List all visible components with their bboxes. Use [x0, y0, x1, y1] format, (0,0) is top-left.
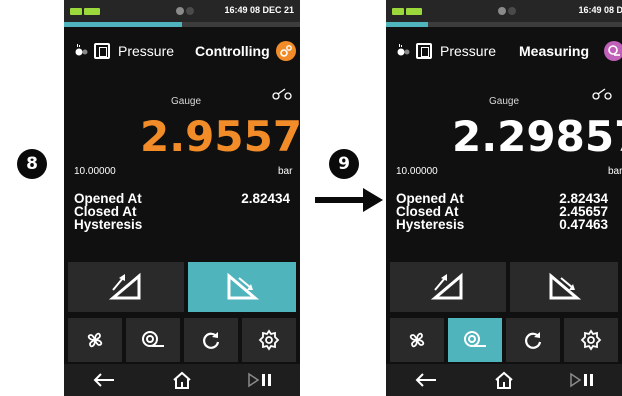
- progress-bar: [64, 22, 300, 27]
- refresh-button[interactable]: [184, 318, 238, 362]
- back-arrow-icon: [415, 373, 436, 387]
- play-pause-icon: [248, 372, 271, 388]
- leak-test-icon: [142, 331, 164, 347]
- ramp-up-button[interactable]: [68, 262, 184, 312]
- sensor-icon: [397, 44, 410, 56]
- refresh-icon: [203, 332, 220, 349]
- range-value: 10.00000: [74, 166, 116, 177]
- fan-icon: [87, 332, 103, 348]
- device-icon[interactable]: [416, 43, 432, 59]
- device-icon[interactable]: [94, 43, 110, 59]
- leak-test-button[interactable]: [448, 318, 502, 362]
- home-icon: [173, 371, 191, 389]
- battery-icon: [392, 8, 404, 15]
- home-icon: [495, 371, 513, 389]
- connection-icon: [176, 7, 194, 15]
- switch-stats-labels: Opened At Closed At Hysteresis: [396, 192, 465, 232]
- step-badge-8: 8: [17, 149, 47, 179]
- play-pause-button[interactable]: [230, 364, 290, 396]
- progress-bar: [386, 22, 622, 27]
- play-pause-icon: [570, 372, 593, 388]
- valve-icon: [272, 88, 292, 100]
- hysteresis-value: 0.47463: [559, 217, 608, 232]
- fan-button[interactable]: [390, 318, 444, 362]
- hysteresis-label: Hysteresis: [74, 217, 143, 232]
- switch-stats-values: 2.82434 2.45657 0.47463: [526, 192, 608, 232]
- back-button[interactable]: [396, 364, 456, 396]
- connection-icon: [498, 7, 516, 15]
- home-button[interactable]: [152, 364, 212, 396]
- ramp-up-button[interactable]: [390, 262, 506, 312]
- ramp-up-icon: [109, 272, 141, 300]
- fan-button[interactable]: [68, 318, 122, 362]
- leak-test-icon: [464, 331, 486, 347]
- ramp-down-icon: [227, 272, 259, 300]
- refresh-icon: [525, 332, 542, 349]
- opened-at-value: 2.82434: [241, 191, 290, 206]
- status-bar: 16:49 08 DEC 21: [64, 0, 300, 22]
- ramp-up-icon: [431, 272, 463, 300]
- sensor-icon: [75, 44, 88, 56]
- mode-label[interactable]: Controlling: [195, 43, 270, 59]
- status-bar: 16:49 08 DEC 21: [386, 0, 622, 22]
- range-value: 10.00000: [396, 166, 438, 177]
- play-pause-button[interactable]: [552, 364, 612, 396]
- switch-stats-labels: Opened At Closed At Hysteresis: [74, 192, 143, 232]
- battery-icon: [406, 8, 422, 15]
- valve-icon: [592, 88, 612, 100]
- back-arrow-icon: [93, 373, 114, 387]
- switch-stats-values: 2.82434: [214, 191, 290, 206]
- pressure-reading: 2.95572: [140, 112, 300, 161]
- ramp-down-button[interactable]: [510, 262, 618, 312]
- unit-label: bar: [278, 166, 293, 177]
- settings-button[interactable]: [242, 318, 296, 362]
- bottom-nav: [386, 364, 622, 396]
- fan-icon: [409, 332, 425, 348]
- arrow-right-icon: [315, 188, 383, 212]
- home-button[interactable]: [474, 364, 534, 396]
- ramp-down-icon: [549, 272, 581, 300]
- page-title: Pressure: [118, 43, 175, 59]
- header: Pressure Controlling: [64, 38, 300, 64]
- mode-label[interactable]: Measuring: [519, 43, 589, 59]
- settings-icon: [580, 329, 602, 351]
- status-time: 16:49 08 DEC 21: [224, 5, 294, 15]
- status-time: 16:49 08 DEC 21: [578, 5, 622, 15]
- refresh-button[interactable]: [506, 318, 560, 362]
- hysteresis-label: Hysteresis: [396, 217, 465, 232]
- leak-test-button[interactable]: [126, 318, 180, 362]
- device-screen-controlling: 16:49 08 DEC 21 Pressure Controlling Gau…: [64, 0, 300, 396]
- back-button[interactable]: [74, 364, 134, 396]
- bottom-nav: [64, 364, 300, 396]
- gauge-label: Gauge: [171, 96, 202, 107]
- leak-pink-icon[interactable]: [604, 41, 622, 61]
- battery-icon: [70, 8, 82, 15]
- battery-icon: [84, 8, 100, 15]
- step-badge-9: 9: [329, 149, 359, 179]
- settings-button[interactable]: [564, 318, 618, 362]
- header: Pressure Measuring: [386, 38, 622, 64]
- page-title: Pressure: [440, 43, 497, 59]
- gauge-label: Gauge: [489, 96, 520, 107]
- ramp-down-button[interactable]: [188, 262, 296, 312]
- unit-label: bar: [608, 166, 622, 177]
- settings-icon: [258, 329, 280, 351]
- gear-orange-icon[interactable]: [276, 41, 296, 61]
- device-screen-measuring: 16:49 08 DEC 21 Pressure Measuring Gauge…: [386, 0, 622, 396]
- pressure-reading: 2.29857: [452, 112, 622, 161]
